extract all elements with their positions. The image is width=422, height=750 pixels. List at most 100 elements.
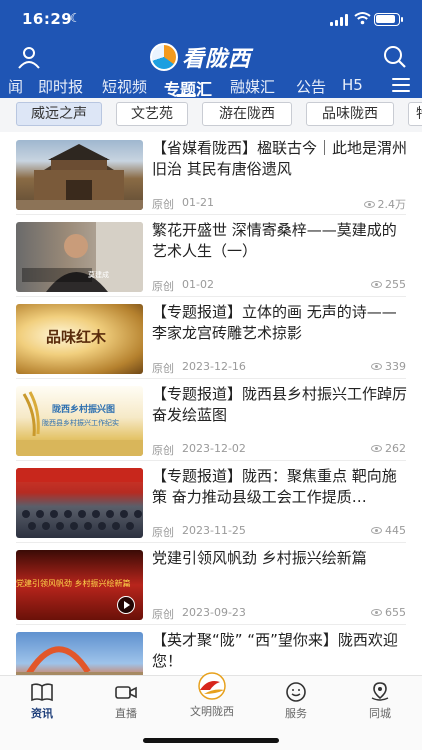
bottom-nav: 资讯 直播 文明陇西 服务 同城 — [0, 672, 422, 750]
article-title[interactable]: 【省媒看陇西】楹联古今｜此地是渭州旧治 其民有唐俗遗风 — [152, 138, 408, 182]
article-date: 2023-12-16 — [182, 360, 246, 373]
eye-icon — [371, 281, 382, 288]
article-meta: 原创 2023-12-02 262 — [152, 442, 406, 458]
article-meta: 原创 2023-11-25 445 — [152, 524, 406, 540]
eye-icon — [371, 609, 382, 616]
tab-h5[interactable]: H5 — [342, 76, 363, 94]
article-thumbnail: 陇西乡村振兴图 陇西县乡村振兴工作纪实 — [16, 386, 143, 456]
nav-civilization-label: 文明陇西 — [190, 705, 234, 718]
menu-icon[interactable] — [392, 78, 410, 94]
tab-notice[interactable]: 公告 — [296, 76, 326, 97]
article-views: 262 — [371, 442, 406, 455]
article-date: 2023-12-02 — [182, 442, 246, 455]
article-date: 01-21 — [182, 196, 214, 209]
article-title[interactable]: 党建引领风帆劲 乡村振兴绘新篇 — [152, 548, 408, 592]
subtab-taste[interactable]: 品味陇西 — [306, 102, 394, 126]
article-source: 原创 — [152, 608, 174, 621]
eye-icon — [371, 527, 382, 534]
list-item[interactable]: 莫建成 繁花开盛世 深情寄桑梓——莫建成的艺术人生（一） 原创 01-02 25… — [0, 214, 422, 296]
list-item[interactable]: 品味红木 【专题报道】立体的画 无声的诗——李家龙宫砖雕艺术掠影 原创 2023… — [0, 296, 422, 378]
civilization-logo-icon — [198, 672, 226, 700]
list-item[interactable]: 陇西乡村振兴图 陇西县乡村振兴工作纪实 【专题报道】陇西县乡村振兴工作踔厉奋发绘… — [0, 378, 422, 460]
article-thumbnail: 莫建成 — [16, 222, 143, 292]
book-icon — [31, 683, 53, 702]
nav-service[interactable]: 服务 — [266, 682, 326, 722]
status-bar: 16:29 ☾ — [0, 8, 422, 32]
smile-icon — [286, 682, 306, 702]
article-views: 2.4万 — [363, 196, 406, 212]
article-views: 655 — [371, 606, 406, 619]
article-title[interactable]: 【英才聚“陇” “西”望你来】陇西欢迎您！ — [152, 630, 408, 674]
article-list: 【省媒看陇西】楹联古今｜此地是渭州旧治 其民有唐俗遗风 原创 01-21 2.4… — [0, 132, 422, 675]
article-source: 原创 — [152, 526, 174, 539]
article-title[interactable]: 【专题报道】陇西县乡村振兴工作踔厉奋发绘蓝图 — [152, 384, 408, 428]
location-icon — [371, 682, 389, 701]
eye-icon — [371, 445, 382, 452]
tab-media[interactable]: 融媒汇 — [230, 76, 275, 97]
battery-icon — [374, 13, 403, 26]
subtab-travel[interactable]: 游在陇西 — [202, 102, 292, 126]
meeting-hall-image — [16, 468, 143, 530]
nav-news-label: 资讯 — [31, 707, 53, 720]
tab-news-partial[interactable]: 闻 — [8, 76, 23, 97]
app-header: 16:29 ☾ 看陇西 闻 即时报 短视频 专题汇 融媒汇 公告 H5 — [0, 0, 422, 99]
article-thumbnail: 品味红木 — [16, 304, 143, 374]
portrait-image — [22, 222, 143, 292]
article-source: 原创 — [152, 444, 174, 457]
article-meta: 原创 2023-12-16 339 — [152, 360, 406, 376]
article-date: 01-02 — [182, 278, 214, 291]
gate-tower-image — [16, 144, 143, 210]
channel-tabs: 闻 即时报 短视频 专题汇 融媒汇 公告 H5 — [0, 76, 422, 99]
logo-mark-icon — [150, 43, 178, 71]
article-meta: 原创 01-21 2.4万 — [152, 196, 406, 212]
article-date: 2023-11-25 — [182, 524, 246, 537]
subtab-weiyuan[interactable]: 威远之声 — [16, 102, 102, 126]
city-skyline-image — [16, 646, 143, 675]
article-meta: 原创 2023-09-23 655 — [152, 606, 406, 622]
article-views: 445 — [371, 524, 406, 537]
article-thumbnail: 党建引领风帆劲 乡村振兴绘新篇 — [16, 550, 143, 620]
wifi-icon — [354, 12, 371, 25]
thumb-caption: 莫建成 — [88, 271, 109, 279]
article-date: 2023-09-23 — [182, 606, 246, 619]
tab-short-video[interactable]: 短视频 — [102, 76, 147, 97]
nav-local[interactable]: 同城 — [350, 682, 410, 722]
list-item[interactable]: 【省媒看陇西】楹联古今｜此地是渭州旧治 其民有唐俗遗风 原创 01-21 2.4… — [0, 132, 422, 214]
nav-live-label: 直播 — [115, 707, 137, 720]
article-title[interactable]: 【专题报道】陇西：聚焦重点 靶向施策 奋力推动县级工会工作提质… — [152, 466, 408, 510]
nav-service-label: 服务 — [285, 707, 307, 720]
nav-live[interactable]: 直播 — [96, 682, 156, 722]
article-views: 339 — [371, 360, 406, 373]
thumb-title-text: 品味红木 — [46, 328, 107, 346]
eye-icon — [363, 201, 375, 208]
subtab-more-partial[interactable]: 特 — [408, 102, 422, 126]
search-icon[interactable] — [382, 44, 408, 70]
user-icon[interactable] — [16, 44, 42, 70]
sub-tabs: 威远之声 文艺苑 游在陇西 品味陇西 特 — [0, 98, 422, 132]
nav-news[interactable]: 资讯 — [12, 682, 72, 722]
article-source: 原创 — [152, 362, 174, 375]
article-views: 255 — [371, 278, 406, 291]
article-thumbnail — [16, 468, 143, 538]
status-time: 16:29 — [22, 10, 73, 28]
app-logo-text: 看陇西 — [182, 47, 252, 72]
list-item[interactable]: 【专题报道】陇西：聚焦重点 靶向施策 奋力推动县级工会工作提质… 原创 2023… — [0, 460, 422, 542]
article-meta: 原创 01-02 255 — [152, 278, 406, 294]
article-title[interactable]: 【专题报道】立体的画 无声的诗——李家龙宫砖雕艺术掠影 — [152, 302, 408, 346]
article-title[interactable]: 繁花开盛世 深情寄桑梓——莫建成的艺术人生（一） — [152, 220, 408, 264]
eye-icon — [371, 363, 382, 370]
tab-instant[interactable]: 即时报 — [38, 76, 83, 97]
nav-local-label: 同城 — [369, 707, 391, 720]
subtab-wenyiyuan[interactable]: 文艺苑 — [116, 102, 188, 126]
play-icon[interactable] — [117, 596, 135, 614]
thumb-title-text: 党建引领风帆劲 乡村振兴绘新篇 — [16, 579, 131, 588]
article-thumbnail — [16, 140, 143, 210]
list-item[interactable]: 党建引领风帆劲 乡村振兴绘新篇 党建引领风帆劲 乡村振兴绘新篇 原创 2023-… — [0, 542, 422, 624]
app-logo: 看陇西 — [150, 42, 251, 72]
active-tab-indicator — [176, 94, 196, 97]
thumb-subtitle-text: 陇西县乡村振兴工作纪实 — [42, 419, 119, 427]
article-source: 原创 — [152, 280, 174, 293]
home-indicator[interactable] — [143, 738, 279, 743]
list-item[interactable]: 【英才聚“陇” “西”望你来】陇西欢迎您！ — [0, 624, 422, 675]
article-source: 原创 — [152, 198, 174, 211]
